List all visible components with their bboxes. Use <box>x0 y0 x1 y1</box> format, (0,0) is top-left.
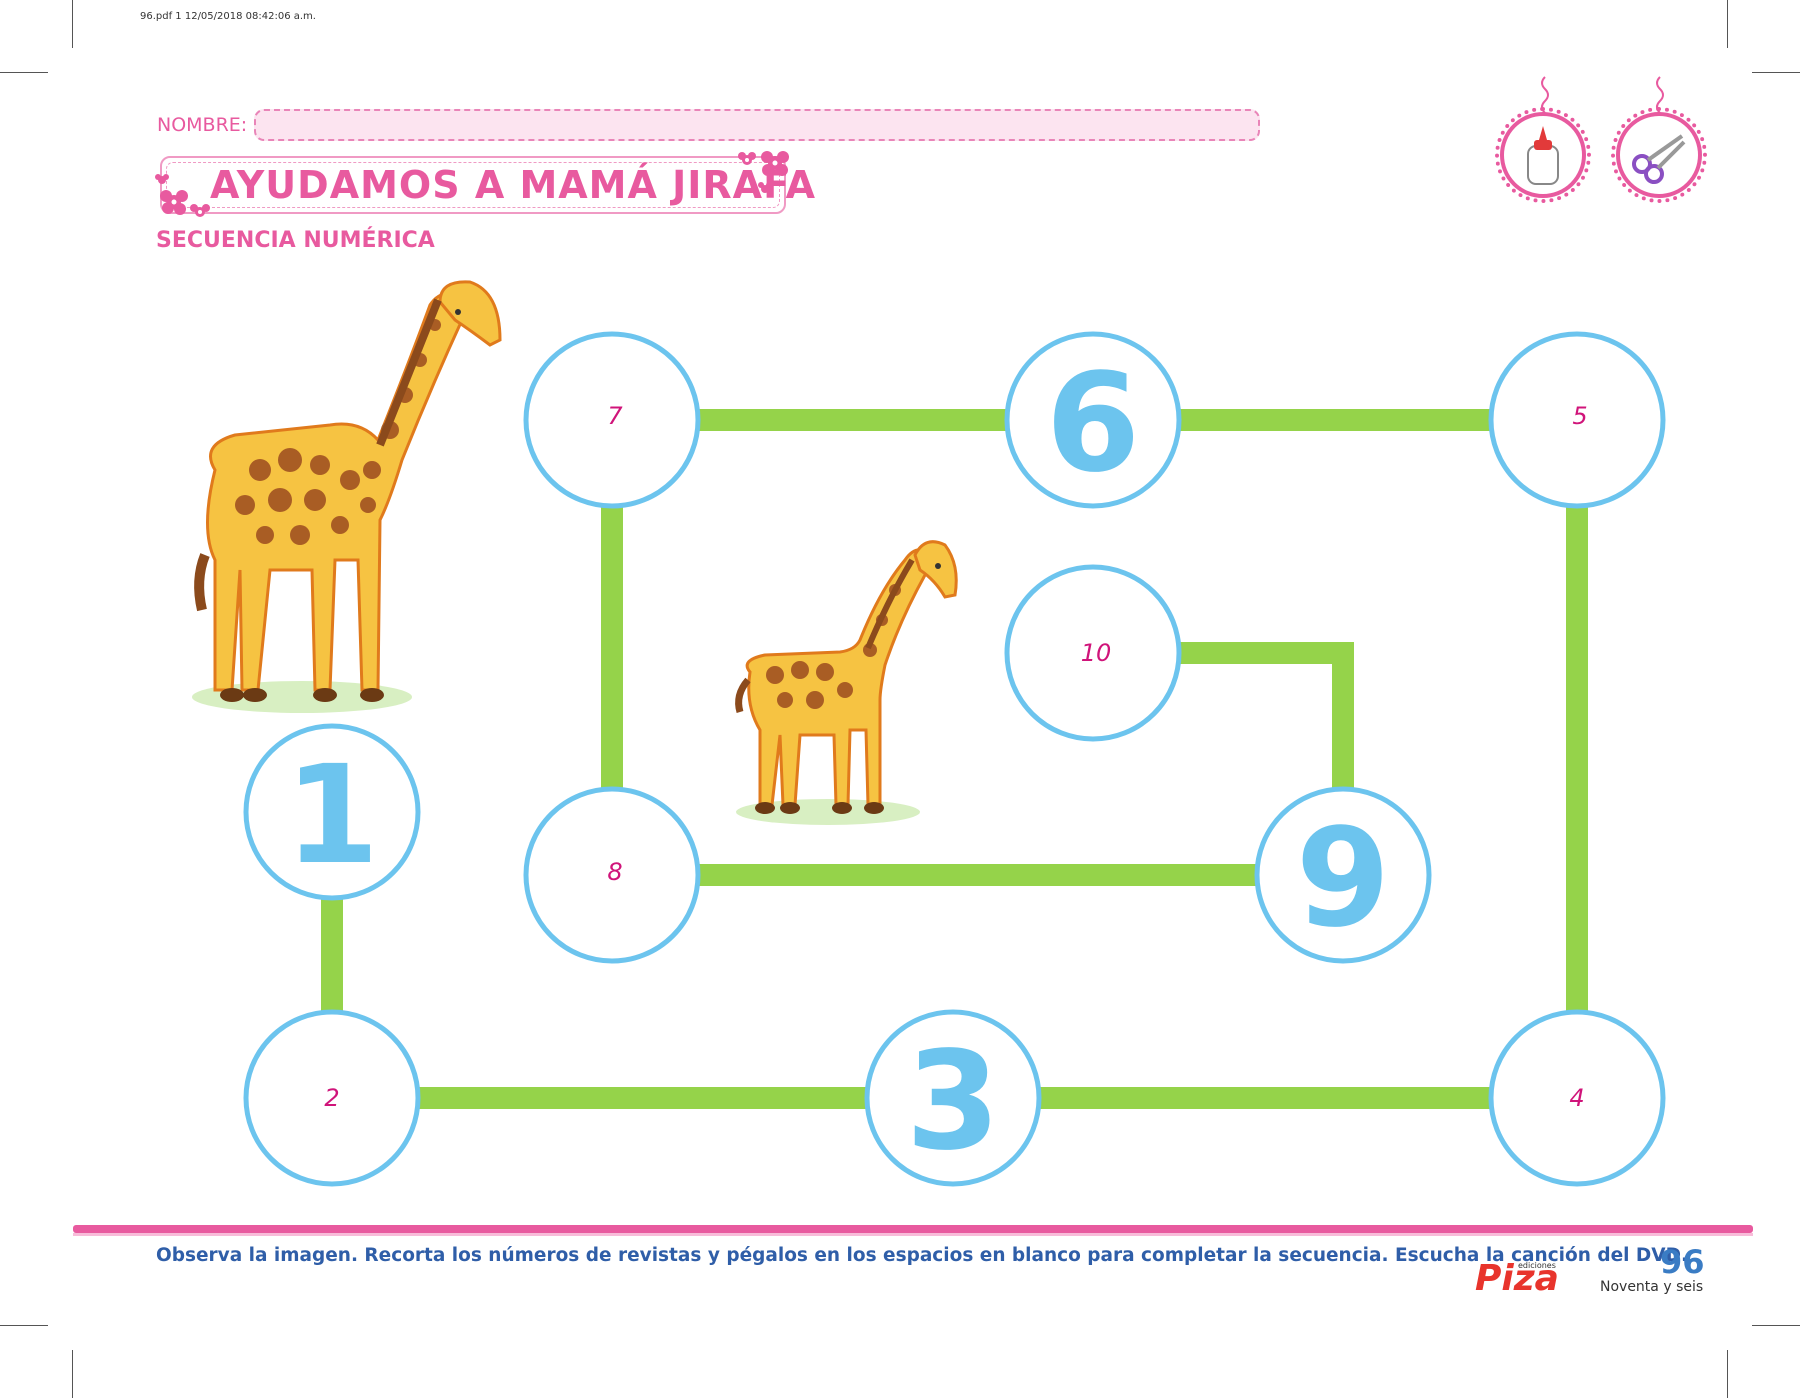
hint-10[interactable]: 10 <box>1081 639 1112 667</box>
hint-8[interactable]: 8 <box>607 858 622 886</box>
instructions-text: Observa la imagen. Recorta los números d… <box>156 1245 1688 1266</box>
mother-giraffe-illustration <box>192 280 502 713</box>
hint-2[interactable]: 2 <box>324 1084 339 1112</box>
sequence-diagram: 1 3 6 9 2 4 5 7 8 10 <box>192 280 1666 1187</box>
footer-divider-shadow <box>73 1233 1753 1236</box>
hint-7[interactable]: 7 <box>607 402 623 430</box>
hint-4[interactable]: 4 <box>1569 1084 1584 1112</box>
publisher-logo: Piza <box>1475 1258 1559 1299</box>
footer-divider <box>73 1225 1753 1233</box>
baby-giraffe-illustration <box>735 540 958 825</box>
digit-9: 9 <box>1296 800 1391 958</box>
digit-1: 1 <box>285 737 380 895</box>
digit-6: 6 <box>1046 345 1141 503</box>
sequence-path <box>321 409 1588 1109</box>
page-number-words: Noventa y seis <box>1600 1279 1704 1295</box>
hint-5[interactable]: 5 <box>1572 402 1587 430</box>
page-number: 96 <box>1660 1243 1705 1281</box>
digit-3: 3 <box>906 1023 1001 1181</box>
